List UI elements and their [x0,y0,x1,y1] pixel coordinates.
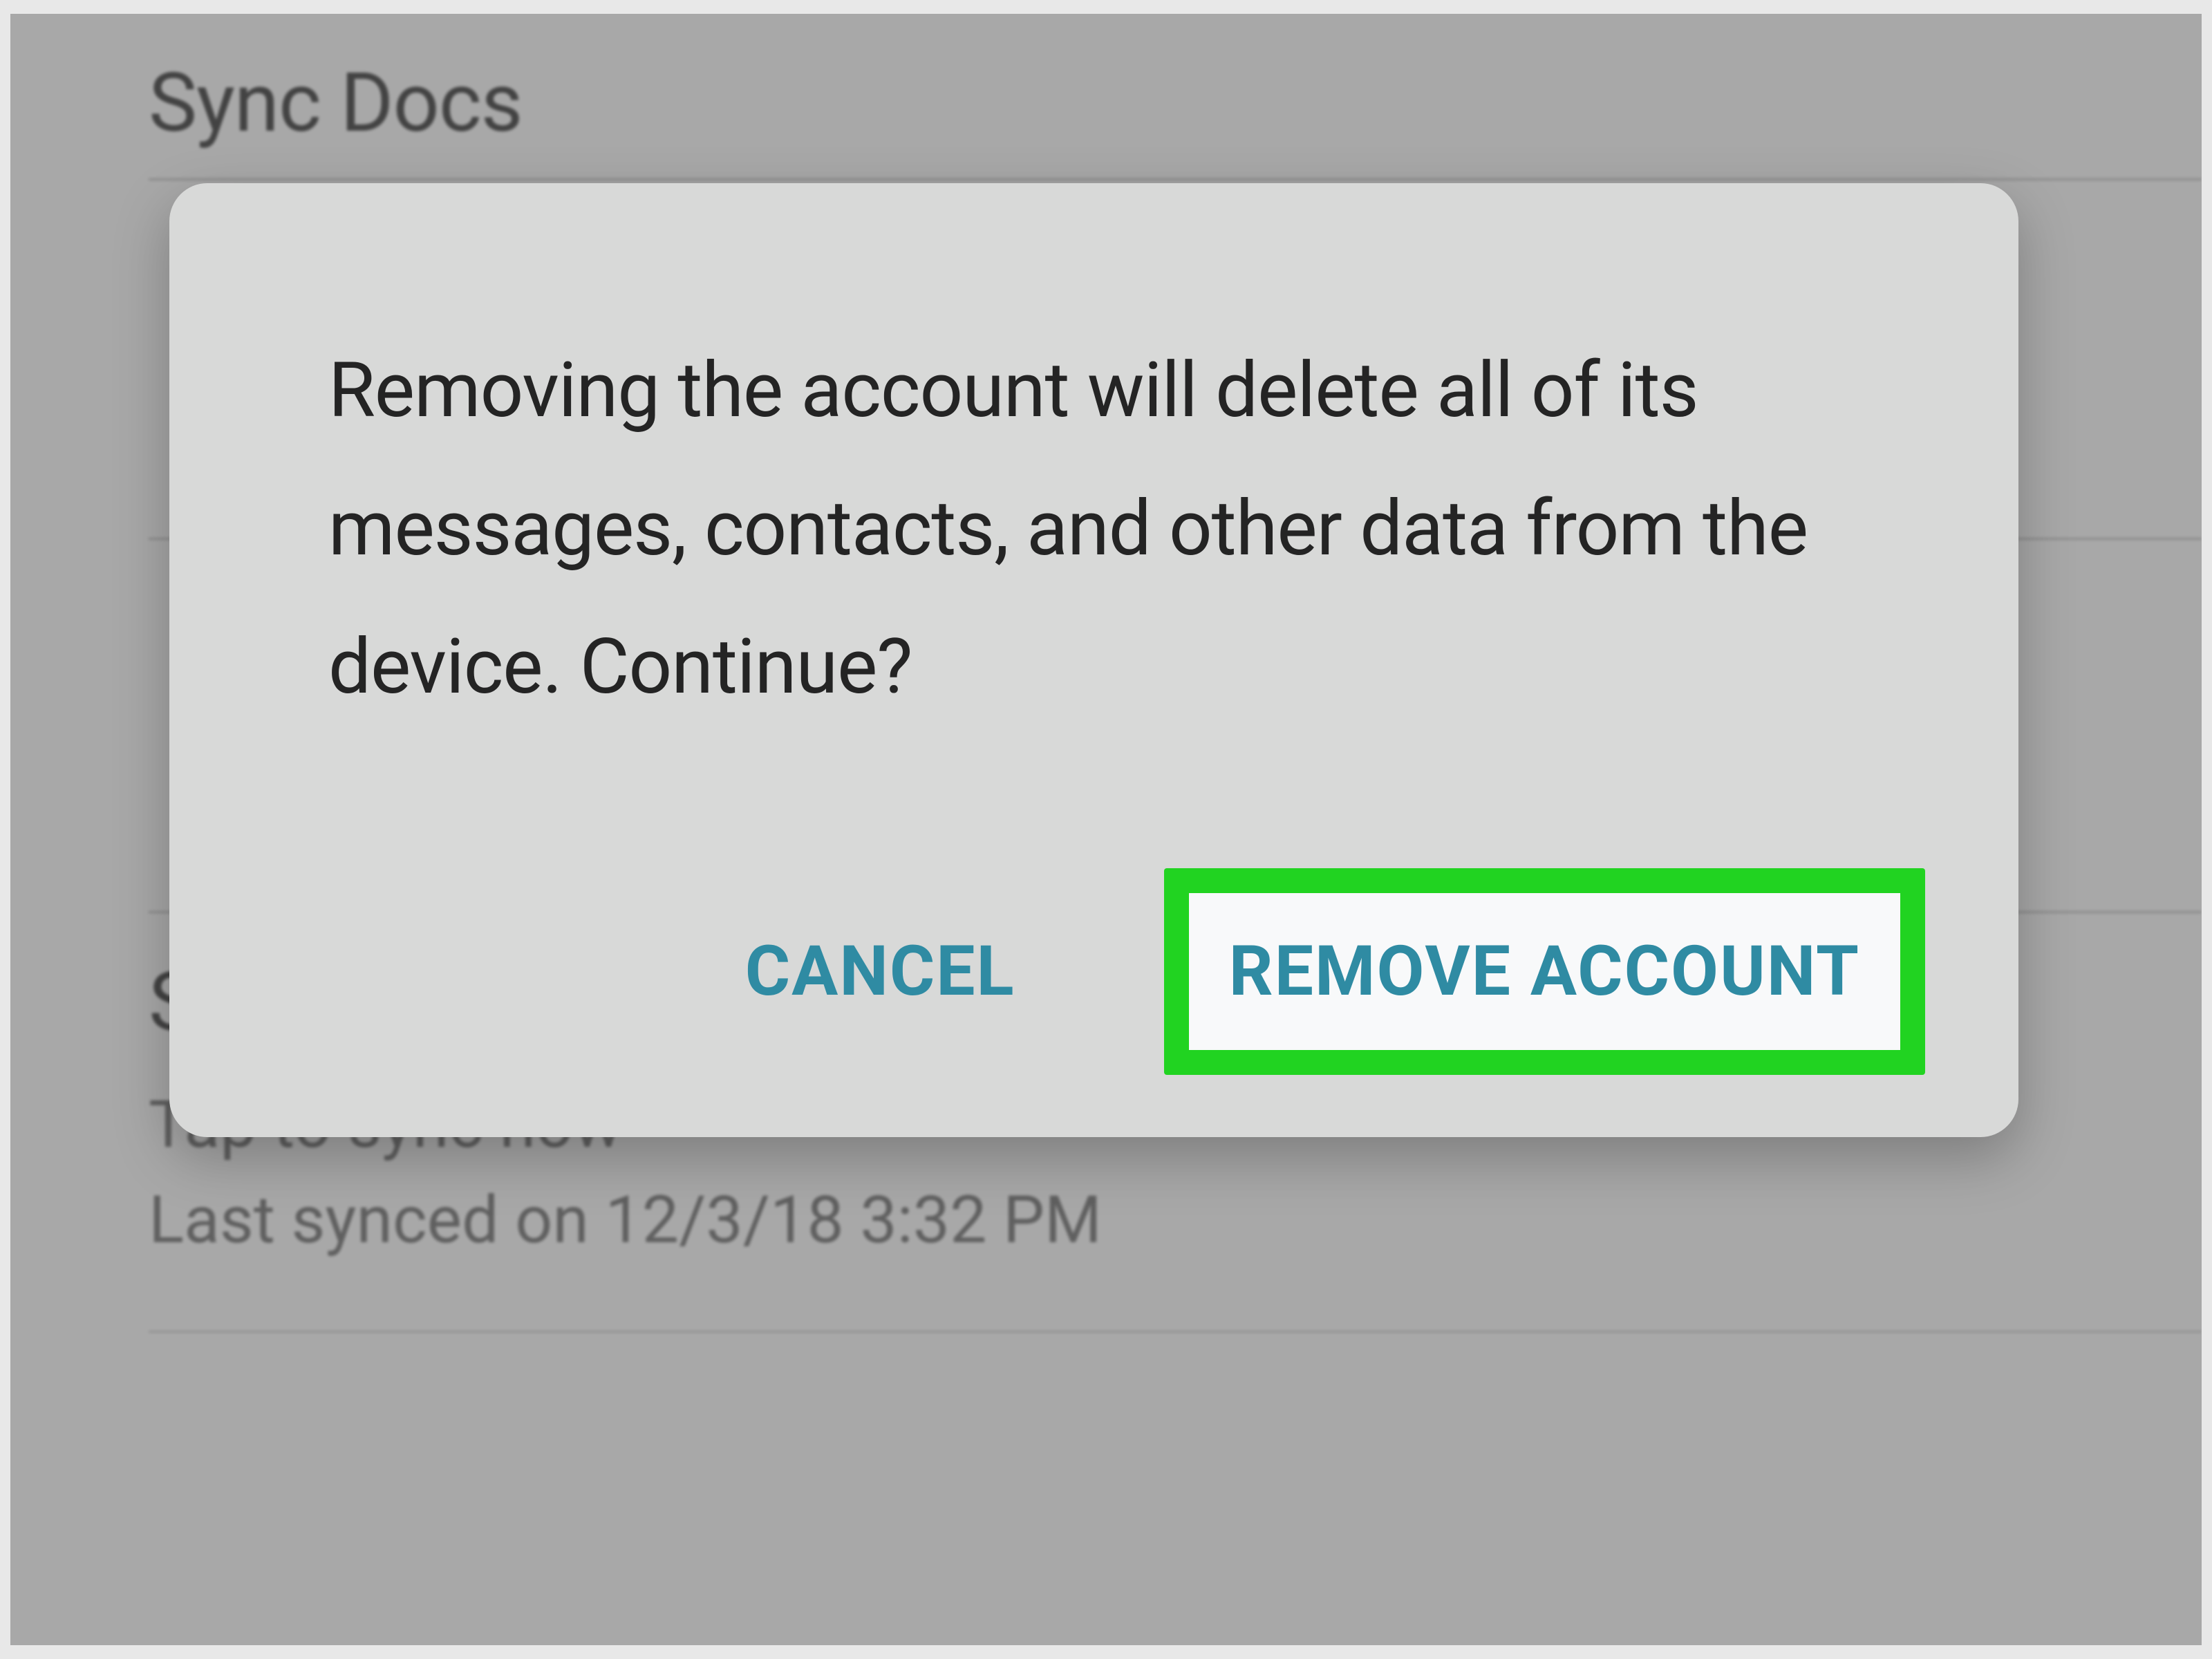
remove-account-button[interactable]: REMOVE ACCOUNT [1189,893,1900,1050]
cancel-button[interactable]: CANCEL [704,903,1057,1040]
screenshot-frame: Sync Docs Sync Gmail Tap to sync now Las… [0,0,2212,1659]
dialog-message: Removing the account will delete all of … [328,321,1859,737]
remove-account-dialog: Removing the account will delete all of … [169,183,2018,1137]
device-content: Sync Docs Sync Gmail Tap to sync now Las… [10,14,2202,1645]
dialog-actions: CANCEL REMOVE ACCOUNT [328,868,1859,1075]
tutorial-highlight: REMOVE ACCOUNT [1164,868,1925,1075]
